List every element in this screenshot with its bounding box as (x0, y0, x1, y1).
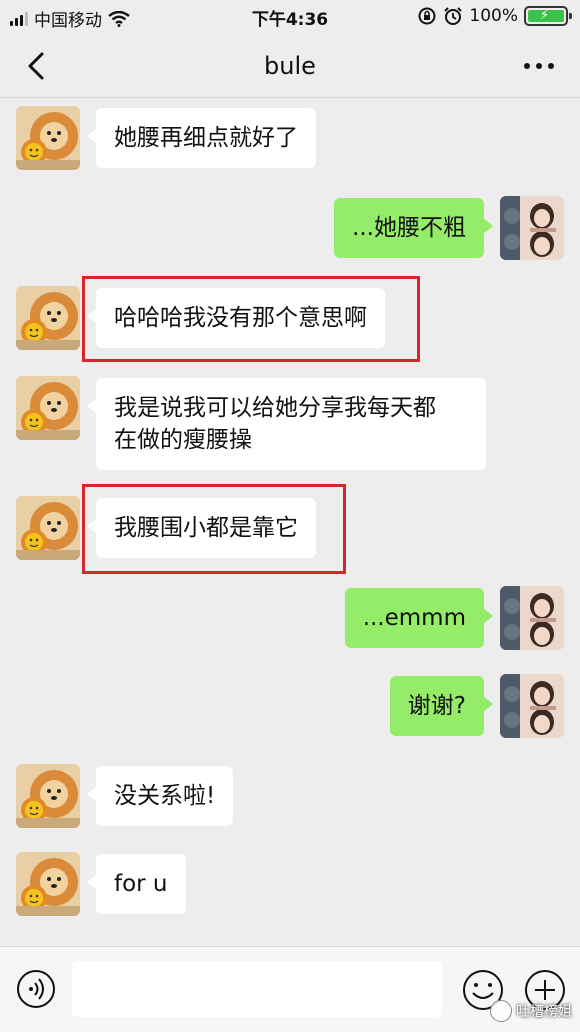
incoming-message[interactable]: 我腰围小都是靠它 (87, 498, 316, 558)
contact-avatar[interactable] (16, 852, 80, 916)
chat-title: bule (264, 52, 316, 80)
watermark-logo-icon (490, 1000, 512, 1022)
status-bar: 中国移动 下午4:36 100% ⚡ (0, 0, 580, 34)
battery-percent: 100% (469, 6, 518, 26)
message-input[interactable] (72, 961, 442, 1017)
incoming-message[interactable]: 哈哈哈我没有那个意思啊 (87, 288, 385, 348)
outgoing-message[interactable]: 谢谢? (389, 676, 494, 736)
my-avatar[interactable] (500, 674, 564, 738)
message-line: 在做的瘦腰操 (114, 427, 252, 453)
contact-avatar[interactable] (16, 286, 80, 350)
message-list: 她腰再细点就好了 ...她腰不粗 哈哈哈我没有那个意思啊 我是说我可以给她分享我… (0, 98, 580, 946)
incoming-message[interactable]: 她腰再细点就好了 (87, 108, 316, 168)
rotation-lock-icon (418, 7, 436, 25)
contact-avatar[interactable] (16, 764, 80, 828)
contact-avatar[interactable] (16, 496, 80, 560)
more-dots-icon[interactable] (522, 52, 556, 80)
watermark-text: 吐槽榜姐 (516, 1004, 572, 1020)
contact-avatar[interactable] (16, 106, 80, 170)
voice-icon[interactable] (16, 969, 56, 1009)
message-line: 我是说我可以给她分享我每天都 (114, 395, 436, 421)
my-avatar[interactable] (500, 196, 564, 260)
contact-avatar[interactable] (16, 376, 80, 440)
chat-header: bule (0, 34, 580, 98)
alarm-icon (444, 7, 463, 25)
incoming-message[interactable]: 没关系啦! (86, 766, 234, 826)
outgoing-message[interactable]: ...她腰不粗 (334, 198, 493, 258)
incoming-message[interactable]: for u (87, 854, 186, 914)
my-avatar[interactable] (500, 586, 564, 650)
outgoing-message[interactable]: ...emmm (344, 588, 494, 648)
battery-icon: ⚡ (524, 6, 572, 26)
incoming-message[interactable]: 我是说我可以给她分享我每天都 在做的瘦腰操 (87, 378, 486, 470)
watermark: 吐槽榜姐 (490, 1000, 572, 1022)
battery-fill: ⚡ (528, 8, 564, 23)
input-bar: 吐槽榜姐 (0, 946, 580, 1032)
